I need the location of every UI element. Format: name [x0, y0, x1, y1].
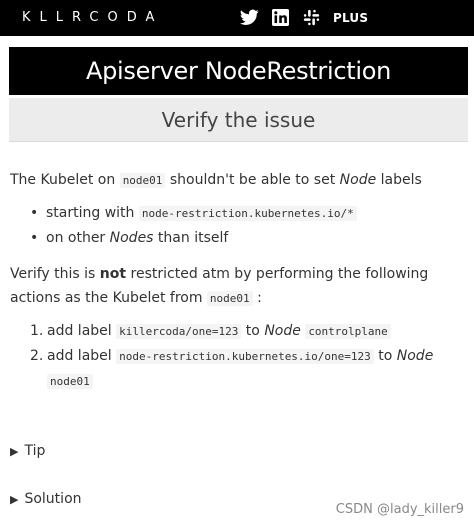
step-content: The Kubelet on node01 shouldn't be able … — [10, 168, 465, 394]
intro-text: labels — [376, 172, 422, 188]
inline-code: killercoda/one=123 — [116, 324, 242, 339]
list-item-text: to — [373, 348, 397, 364]
inline-code: node-restriction.kubernetes.io/one=123 — [116, 349, 374, 364]
list-item: starting with node-restriction.kubernete… — [30, 201, 465, 226]
list-number: 1. — [30, 323, 44, 339]
watermark: CSDN @lady_killer9 — [335, 502, 464, 517]
scenario-title: Apiserver NodeRestriction — [9, 47, 468, 95]
twitter-icon[interactable] — [240, 9, 259, 26]
bullet-list: starting with node-restriction.kubernete… — [30, 201, 465, 250]
social-links: PLUS — [240, 9, 368, 26]
details-tip[interactable]: ▶ Tip — [10, 443, 45, 459]
list-item-text: add label — [47, 323, 117, 339]
list-number: 2. — [30, 348, 44, 364]
list-item: 1. add label killercoda/one=123 to Node c… — [30, 319, 465, 344]
intro-text: The Kubelet on — [10, 172, 120, 188]
details-label: Solution — [24, 491, 82, 507]
intro-text: shouldn't be able to set — [165, 172, 340, 188]
triangle-right-icon: ▶ — [10, 493, 19, 506]
list-item: 2. add label node-restriction.kubernetes.… — [30, 344, 465, 394]
numbered-list: 1. add label killercoda/one=123 to Node c… — [30, 319, 465, 394]
linkedin-icon[interactable] — [271, 9, 290, 26]
verify-text: : — [252, 290, 262, 306]
verify-strong: not — [99, 266, 127, 282]
details-solution[interactable]: ▶ Solution — [10, 491, 82, 507]
details-label: Tip — [24, 443, 46, 459]
list-item-text: on other — [46, 230, 110, 246]
verify-text: Verify this is — [10, 266, 100, 282]
list-item-emphasis: Node — [396, 348, 434, 364]
inline-code: controlplane — [305, 324, 391, 339]
top-navbar: KLLRCODA PLUS — [0, 0, 474, 36]
list-item-text: add label — [47, 348, 117, 364]
verify-paragraph: Verify this is not restricted atm by per… — [10, 262, 465, 311]
list-item: on other Nodes than itself — [30, 226, 465, 250]
inline-code: node01 — [206, 291, 253, 306]
list-item-emphasis: Node — [264, 323, 301, 339]
triangle-right-icon: ▶ — [10, 445, 19, 458]
intro-paragraph: The Kubelet on node01 shouldn't be able … — [10, 168, 465, 193]
inline-code: node01 — [47, 374, 93, 389]
list-item-text: starting with — [46, 205, 139, 221]
intro-emphasis: Node — [339, 172, 377, 188]
list-item-text: than itself — [153, 230, 229, 246]
slack-icon[interactable] — [302, 9, 321, 26]
list-item-emphasis: Nodes — [109, 230, 154, 246]
inline-code: node01 — [119, 173, 166, 188]
inline-code: node-restriction.kubernetes.io/* — [138, 206, 357, 221]
plus-link[interactable]: PLUS — [333, 11, 368, 25]
step-title: Verify the issue — [9, 98, 468, 142]
list-item-text: to — [241, 323, 265, 339]
killercoda-logo[interactable]: KLLRCODA — [22, 10, 163, 25]
